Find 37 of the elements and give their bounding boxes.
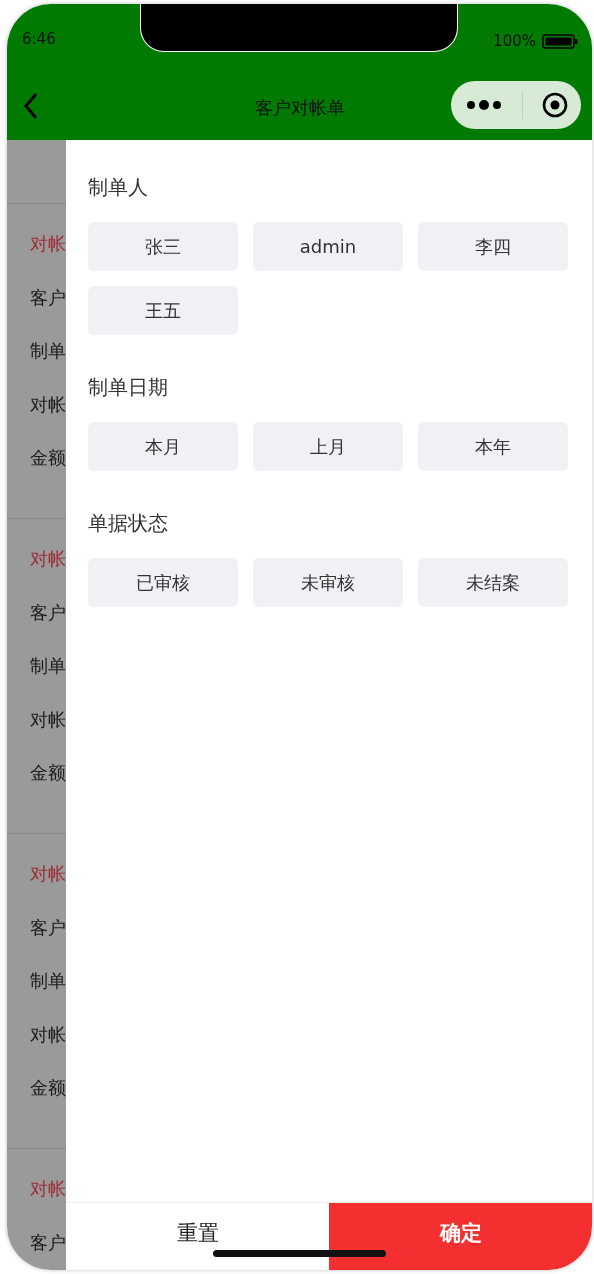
filter-option[interactable]: 王五 xyxy=(88,286,238,335)
record-title: 对帐 xyxy=(30,1177,66,1201)
record-title: 对帐 xyxy=(30,547,66,571)
record-field: 客户 xyxy=(30,270,66,324)
record-field: 客户 xyxy=(30,1215,66,1269)
record-field: 客户 xyxy=(30,900,66,954)
filter-option[interactable]: 本年 xyxy=(418,422,568,471)
filter-option[interactable]: 本月 xyxy=(88,422,238,471)
record-title: 对帐 xyxy=(30,862,66,886)
filter-option[interactable]: 李四 xyxy=(418,222,568,271)
filter-option[interactable]: 张三 xyxy=(88,222,238,271)
filter-option[interactable]: 已审核 xyxy=(88,558,238,607)
filter-option[interactable]: 未审核 xyxy=(253,558,403,607)
page-title: 客户对帐单 xyxy=(253,96,346,120)
record-field: 制单 xyxy=(30,954,66,1008)
filter-option[interactable]: 未结案 xyxy=(418,558,568,607)
target-icon[interactable] xyxy=(542,92,568,118)
filter-option[interactable]: 上月 xyxy=(253,422,403,471)
record-field: 对帐 xyxy=(30,692,66,746)
status-time: 6:46 xyxy=(22,30,56,48)
record-field: 制单 xyxy=(30,639,66,693)
record-field: 客户 xyxy=(30,585,66,639)
filter-option[interactable]: admin xyxy=(253,222,403,271)
record-field: 对帐 xyxy=(30,377,66,431)
record-field: 制单 xyxy=(30,324,66,378)
section-title: 制单日期 xyxy=(88,374,168,401)
battery-icon xyxy=(542,33,578,49)
section-title: 单据状态 xyxy=(88,510,168,537)
record-field: 金额 xyxy=(30,1061,66,1115)
record-field: 金额 xyxy=(30,431,66,485)
record-title: 对帐 xyxy=(30,232,66,256)
record-field: 对帐 xyxy=(30,1007,66,1061)
more-icon[interactable] xyxy=(466,99,502,111)
confirm-button[interactable]: 确定 xyxy=(329,1203,592,1270)
battery-percent: 100% xyxy=(493,32,536,50)
record-field: 金额 xyxy=(30,746,66,800)
section-title: 制单人 xyxy=(88,174,148,201)
